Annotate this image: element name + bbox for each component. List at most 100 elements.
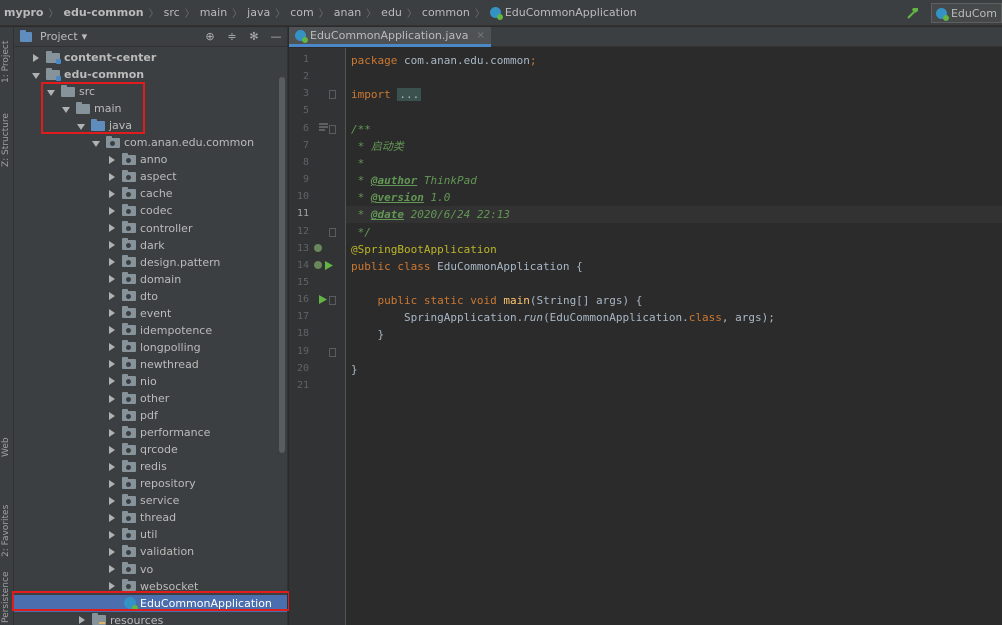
fold-marker-icon[interactable] [329,124,336,134]
tree-item[interactable]: main [14,100,287,117]
tree-item[interactable]: aspect [14,168,287,185]
run-configuration-selector[interactable]: EduCom [930,3,1002,23]
tree-item[interactable]: longpolling [14,339,287,356]
stripe-structure-tab[interactable]: Z: Structure [1,113,11,167]
chevron-down-icon[interactable] [62,105,70,113]
code-line[interactable]: } [351,326,384,343]
chevron-right-icon[interactable] [108,206,116,215]
chevron-right-icon[interactable] [108,394,116,403]
project-tree-scrollbar[interactable] [279,77,285,453]
chevron-right-icon[interactable] [108,309,116,318]
run-icon[interactable] [325,260,333,273]
tree-item[interactable]: anno [14,151,287,168]
close-icon[interactable]: × [476,30,484,41]
tree-item[interactable]: src [14,83,287,100]
chevron-right-icon[interactable] [108,530,116,539]
doc-render-icon[interactable] [319,123,328,135]
build-hammer-icon[interactable] [905,5,921,21]
tree-item[interactable]: pdf [14,407,287,424]
hide-panel-icon[interactable]: — [269,29,283,43]
tree-item[interactable]: util [14,526,287,543]
tree-item[interactable]: resources [14,612,287,625]
code-line[interactable]: public static void main(String[] args) { [351,292,642,309]
chevron-right-icon[interactable] [108,258,116,267]
stripe-favorites-tab[interactable]: 2: Favorites [1,505,11,557]
breadcrumb-item[interactable]: common [422,6,470,19]
chevron-right-icon[interactable] [108,292,116,301]
collapse-all-icon[interactable]: ≑ [225,29,239,43]
code-line[interactable]: * @author ThinkPad [351,172,477,189]
code-line[interactable]: /** [351,121,371,138]
tree-item[interactable]: qrcode [14,441,287,458]
tree-item[interactable]: java [14,117,287,134]
tree-item[interactable]: thread [14,509,287,526]
chevron-right-icon[interactable] [32,53,40,62]
tree-item[interactable]: redis [14,458,287,475]
spring-bean-icon[interactable] [313,260,323,273]
tree-item[interactable]: edu-common [14,66,287,83]
chevron-down-icon[interactable] [92,139,100,147]
chevron-right-icon[interactable] [108,377,116,386]
chevron-right-icon[interactable] [108,189,116,198]
fold-marker-icon[interactable] [329,347,336,357]
chevron-down-icon[interactable] [47,88,55,96]
chevron-right-icon[interactable] [108,411,116,420]
code-line[interactable]: */ [351,224,371,241]
project-view-selector[interactable]: Project [40,30,78,43]
tree-item[interactable]: repository [14,475,287,492]
tree-item[interactable]: content-center [14,49,287,66]
fold-marker-icon[interactable] [329,296,336,306]
chevron-right-icon[interactable] [108,241,116,250]
chevron-right-icon[interactable] [108,462,116,471]
chevron-right-icon[interactable] [108,326,116,335]
tree-item[interactable]: cache [14,185,287,202]
chevron-right-icon[interactable] [78,616,86,625]
code-area[interactable]: package com.anan.edu.common; import ... /*… [346,48,1002,625]
stripe-web-tab[interactable]: Web [1,437,11,457]
chevron-right-icon[interactable] [108,275,116,284]
code-line[interactable]: SpringApplication.run(EduCommonApplicati… [351,309,775,326]
tree-item[interactable]: controller [14,220,287,237]
breadcrumb-item[interactable]: java [247,6,270,19]
chevron-right-icon[interactable] [108,582,116,591]
spring-bean-icon[interactable] [313,243,323,256]
tab-educommonapplication[interactable]: EduCommonApplication.java × [289,27,491,47]
tree-item[interactable]: nio [14,373,287,390]
tree-item[interactable]: vo [14,561,287,578]
fold-marker-icon[interactable] [329,227,336,237]
code-line[interactable]: package com.anan.edu.common; [351,52,536,69]
chevron-down-icon[interactable] [77,122,85,130]
tree-item[interactable]: validation [14,543,287,560]
breadcrumb-item[interactable]: EduCommonApplication [505,6,637,19]
run-icon[interactable] [319,295,327,307]
code-line[interactable]: * 启动类 [351,138,404,155]
breadcrumb-item[interactable]: edu [381,6,402,19]
tree-item[interactable]: design.pattern [14,254,287,271]
chevron-right-icon[interactable] [108,155,116,164]
breadcrumb-item[interactable]: main [200,6,227,19]
breadcrumb-item[interactable]: mypro [4,6,44,19]
tree-item[interactable]: domain [14,271,287,288]
chevron-right-icon[interactable] [108,360,116,369]
tree-item[interactable]: dark [14,237,287,254]
code-line[interactable]: * @version 1.0 [351,189,451,206]
fold-marker-icon[interactable] [329,90,336,100]
stripe-project-tab[interactable]: 1: Project [1,41,11,83]
chevron-right-icon[interactable] [108,445,116,454]
chevron-down-icon[interactable] [32,71,40,79]
code-line[interactable]: * [351,155,365,172]
chevron-down-icon[interactable]: ▾ [82,30,88,43]
tree-item[interactable]: event [14,305,287,322]
chevron-right-icon[interactable] [108,343,116,352]
code-line[interactable]: import ... [351,86,422,103]
tree-item[interactable]: codec [14,202,287,219]
locate-file-icon[interactable]: ⊕ [203,29,217,43]
stripe-persistence-tab[interactable]: Persistence [1,572,11,623]
tree-item[interactable]: performance [14,424,287,441]
code-line[interactable]: } [351,361,358,378]
breadcrumb-item[interactable]: com [290,6,314,19]
tree-item[interactable]: EduCommonApplication [14,594,287,612]
chevron-right-icon[interactable] [108,496,116,505]
breadcrumb-item[interactable]: anan [334,6,361,19]
tree-item[interactable]: websocket [14,578,287,595]
